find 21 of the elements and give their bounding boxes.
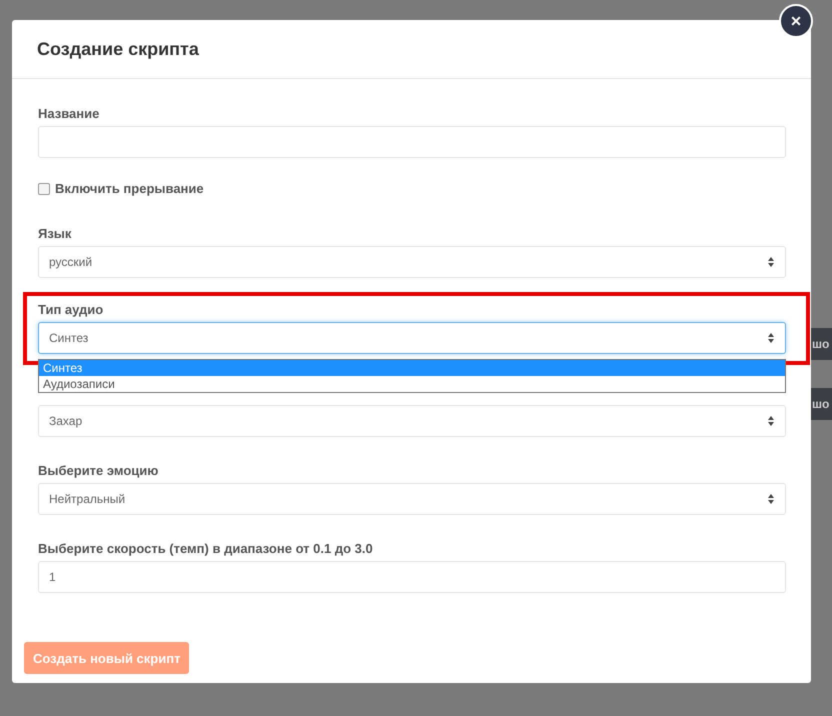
dropdown-option[interactable]: Синтез — [39, 360, 785, 376]
select-field[interactable]: Захар — [38, 405, 786, 437]
input-field[interactable] — [38, 126, 786, 158]
checkbox[interactable] — [38, 182, 50, 194]
field-label: Тип аудио — [38, 302, 104, 317]
select-field[interactable]: Нейтральный — [38, 483, 786, 515]
select-field[interactable]: русский — [38, 246, 786, 278]
field-label: Название — [38, 106, 100, 121]
select-field[interactable]: Синтез — [38, 322, 786, 354]
field-label: Выберите скорость (темп) в диапазоне от 0.1 до 3.0 — [38, 541, 374, 556]
field-label: Язык — [38, 226, 72, 241]
input-field[interactable]: 1 — [38, 561, 786, 593]
sort-arrows-icon — [767, 493, 775, 505]
close-button[interactable]: × — [779, 4, 813, 38]
dialog-title: Создание скрипта — [37, 38, 199, 60]
field-label: Выберите эмоцию — [38, 463, 160, 478]
sort-arrows-icon — [767, 256, 775, 268]
checkbox-label: Включить прерывание — [55, 181, 204, 196]
sort-arrows-icon — [767, 332, 775, 344]
dropdown-option[interactable]: Аудиозаписи — [39, 376, 785, 392]
sort-arrows-icon — [767, 415, 775, 427]
